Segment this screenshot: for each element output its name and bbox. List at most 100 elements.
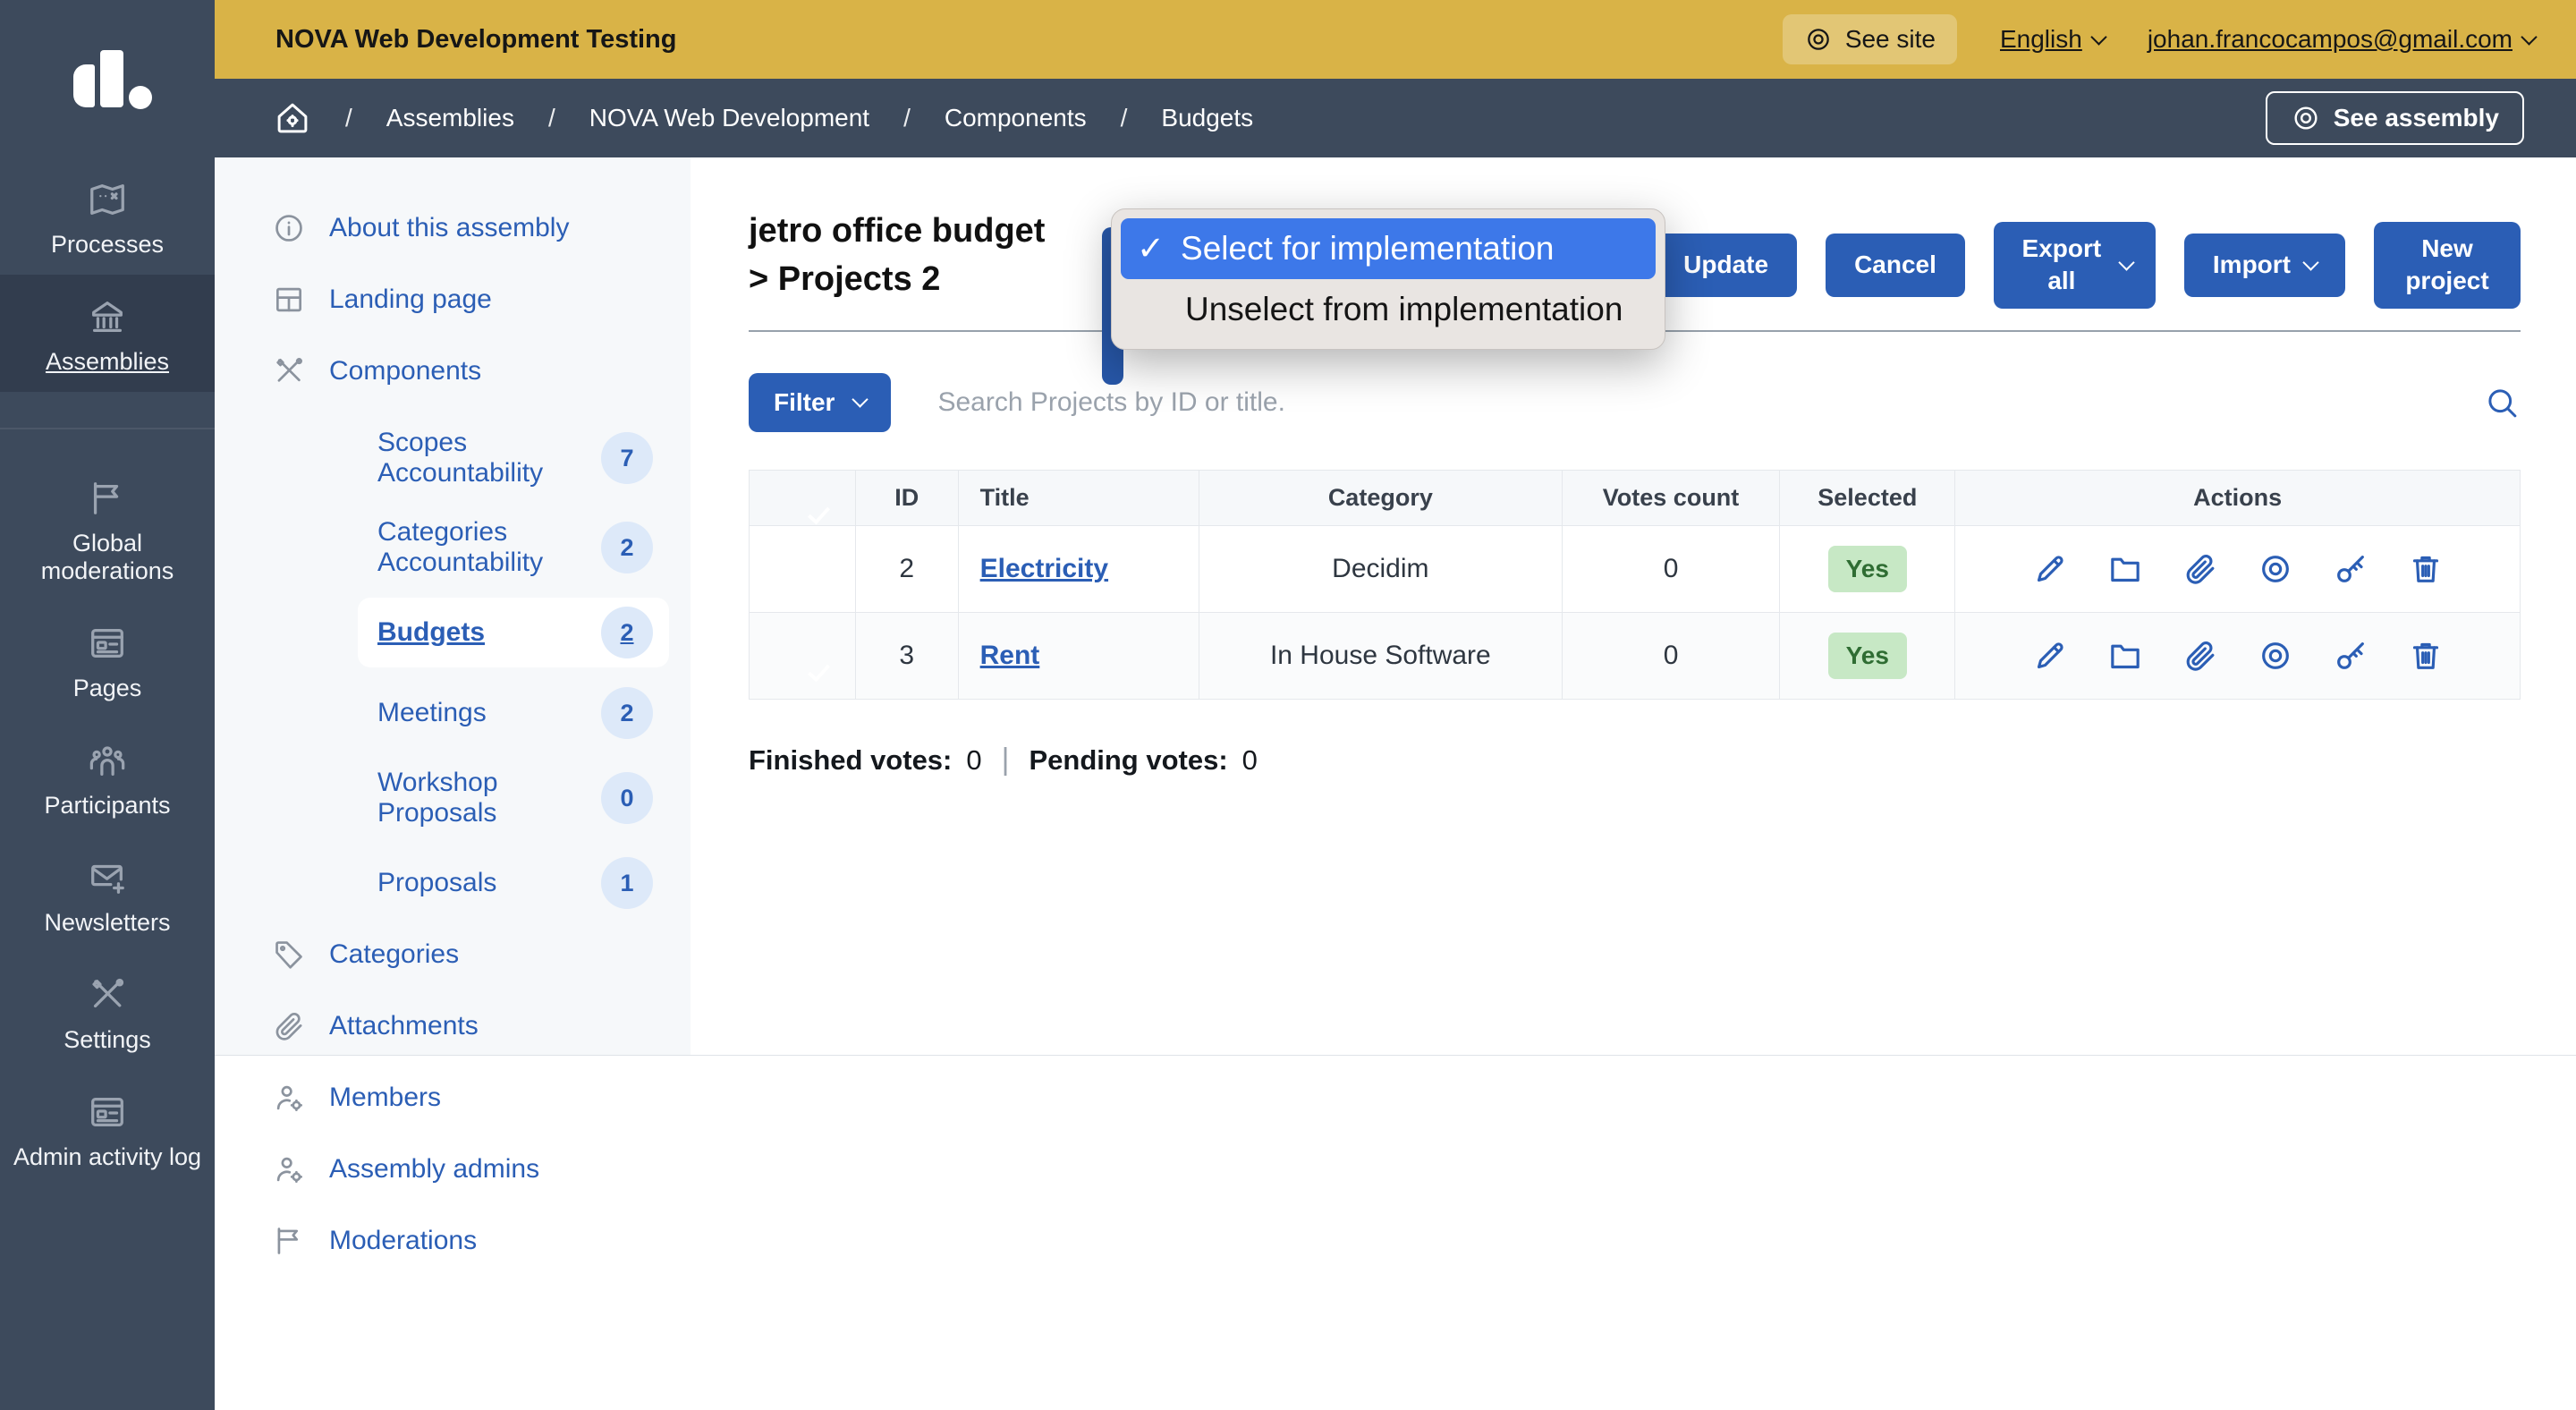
sidebar-item-global-moderations[interactable]: Global moderations [0, 456, 215, 601]
preview-action-button[interactable] [2258, 551, 2293, 587]
user-menu[interactable]: johan.francocampos@gmail.com [2148, 25, 2535, 54]
update-button[interactable]: Update [1655, 234, 1797, 296]
row-actions [1977, 638, 2498, 674]
language-selector[interactable]: English [2000, 25, 2105, 54]
menu-item-about-assembly[interactable]: About this assembly [272, 211, 669, 245]
permissions-action-button[interactable] [2333, 551, 2368, 587]
sidebar-item-participants[interactable]: Participants [0, 718, 215, 836]
menu-label: About this assembly [329, 213, 569, 243]
dropdown-option-select-for-implementation[interactable]: ✓ Select for implementation [1121, 218, 1656, 279]
submenu-item-meetings[interactable]: Meetings 2 [377, 678, 669, 748]
user-email: johan.francocampos@gmail.com [2148, 25, 2512, 54]
export-all-button[interactable]: Export all [1994, 222, 2156, 309]
eye-icon [1804, 25, 1833, 54]
breadcrumb-budgets[interactable]: Budgets [1161, 104, 1253, 132]
finished-votes-value: 0 [966, 744, 981, 777]
dropdown-option-label: Unselect from implementation [1185, 287, 1623, 332]
menu-item-attachments[interactable]: Attachments [272, 1009, 669, 1043]
breadcrumb-assemblies[interactable]: Assemblies [386, 104, 514, 132]
table-row: 3 Rent In House Software 0 Yes [750, 613, 2521, 700]
edit-action-button[interactable] [2032, 638, 2068, 674]
tools-icon [272, 354, 306, 388]
menu-item-assembly-admins[interactable]: Assembly admins [272, 1152, 669, 1186]
logo-bar [73, 64, 95, 107]
sidebar-item-label: Assemblies [46, 348, 169, 376]
sidebar-item-label: Pages [73, 675, 142, 702]
edit-action-button[interactable] [2032, 551, 2068, 587]
decidim-logo[interactable] [0, 0, 215, 157]
menu-item-landing-page[interactable]: Landing page [272, 283, 669, 317]
submenu-item-categories-accountability[interactable]: Categories Accountability 2 [377, 508, 669, 587]
checkmark-icon: ✓ [1137, 226, 1165, 271]
manage-records-action-button[interactable] [2107, 551, 2143, 587]
app-sidebar: Processes Assemblies Global moderations … [0, 0, 215, 1410]
column-header-actions: Actions [1955, 471, 2521, 526]
project-title-link[interactable]: Rent [980, 641, 1040, 670]
flag-icon [87, 478, 128, 519]
breadcrumb-bar: / Assemblies / NOVA Web Development / Co… [215, 79, 2576, 157]
count-badge: 2 [601, 522, 653, 573]
manage-records-action-button[interactable] [2107, 638, 2143, 674]
menu-item-categories[interactable]: Categories [272, 938, 669, 972]
dropdown-option-unselect-from-implementation[interactable]: Unselect from implementation [1121, 279, 1656, 340]
submenu-item-proposals[interactable]: Proposals 1 [377, 848, 669, 918]
search-input[interactable] [937, 387, 2436, 418]
column-header-title: Title [958, 471, 1199, 526]
sidebar-item-settings[interactable]: Settings [0, 953, 215, 1070]
breadcrumb-separator: / [345, 104, 352, 132]
attachments-action-button[interactable] [2182, 551, 2218, 587]
see-site-button[interactable]: See site [1783, 14, 1957, 64]
submenu-item-budgets[interactable]: Budgets 2 [358, 598, 669, 667]
menu-item-moderations[interactable]: Moderations [272, 1224, 669, 1258]
table-row: 2 Electricity Decidim 0 Yes [750, 526, 2521, 613]
home-breadcrumb[interactable] [274, 99, 311, 137]
menu-item-members[interactable]: Members [272, 1081, 669, 1115]
attachments-action-button[interactable] [2182, 638, 2218, 674]
submenu-item-workshop-proposals[interactable]: Workshop Proposals 0 [377, 759, 669, 837]
sidebar-divider [0, 428, 215, 429]
delete-action-button[interactable] [2408, 551, 2444, 587]
dropdown-option-label: Select for implementation [1181, 226, 1554, 271]
see-assembly-label: See assembly [2334, 104, 2499, 132]
menu-item-components[interactable]: Components [272, 354, 669, 388]
eye-icon [2258, 638, 2293, 674]
assembly-menu: About this assembly Landing page Compone… [215, 157, 691, 1055]
breadcrumb-assembly-name[interactable]: NOVA Web Development [589, 104, 869, 132]
count-badge: 1 [601, 857, 653, 909]
chevron-down-icon [2521, 29, 2537, 45]
project-votes-cell: 0 [1562, 613, 1780, 700]
sidebar-item-label: Global moderations [5, 530, 209, 585]
settings-tools-icon [87, 974, 128, 1015]
selected-badge: Yes [1828, 633, 1907, 679]
submenu-label: Proposals [377, 868, 496, 898]
search-button[interactable] [2483, 384, 2521, 421]
sidebar-item-assemblies[interactable]: Assemblies [0, 275, 215, 392]
trash-icon [2408, 638, 2444, 674]
trash-icon [2408, 551, 2444, 587]
import-button[interactable]: Import [2184, 234, 2345, 296]
components-submenu: Scopes Accountability 7 Categories Accou… [272, 419, 669, 918]
new-project-button[interactable]: New project [2374, 222, 2521, 309]
activity-log-icon [87, 1091, 128, 1133]
language-label: English [2000, 25, 2082, 54]
chevron-down-icon [2302, 254, 2318, 270]
key-icon [2333, 551, 2368, 587]
permissions-action-button[interactable] [2333, 638, 2368, 674]
menu-label: Members [329, 1083, 441, 1113]
column-header-id: ID [855, 471, 958, 526]
cancel-button[interactable]: Cancel [1826, 234, 1965, 296]
project-title-link[interactable]: Electricity [980, 554, 1108, 583]
breadcrumb-components[interactable]: Components [945, 104, 1087, 132]
see-assembly-button[interactable]: See assembly [2266, 91, 2524, 145]
submenu-item-scopes-accountability[interactable]: Scopes Accountability 7 [377, 419, 669, 497]
pencil-icon [2032, 638, 2068, 674]
filter-button[interactable]: Filter [749, 373, 891, 432]
delete-action-button[interactable] [2408, 638, 2444, 674]
submenu-label: Categories Accountability [377, 517, 601, 578]
sidebar-item-newsletters[interactable]: Newsletters [0, 836, 215, 953]
sidebar-item-pages[interactable]: Pages [0, 601, 215, 718]
sidebar-item-processes[interactable]: Processes [0, 157, 215, 275]
preview-action-button[interactable] [2258, 638, 2293, 674]
sidebar-item-admin-activity-log[interactable]: Admin activity log [0, 1070, 215, 1187]
logo-dot [129, 86, 152, 109]
